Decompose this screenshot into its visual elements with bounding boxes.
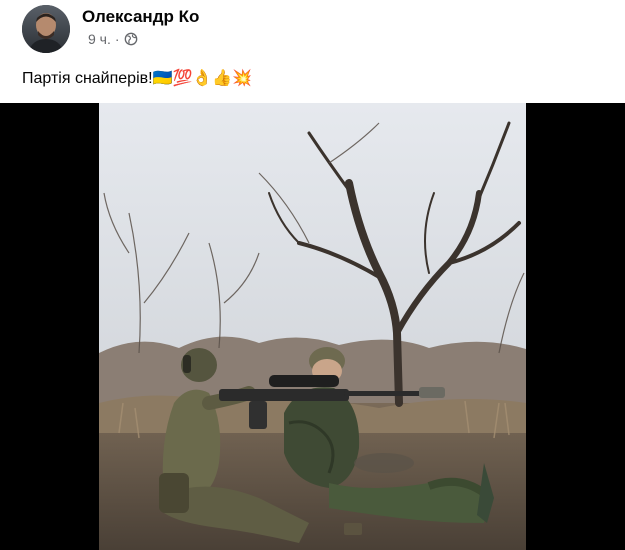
post-header: Олександр Ко 9 ч. · Партія снайперів!🇺🇦💯… [0,0,625,100]
post-meta: 9 ч. · [88,31,138,47]
meta-separator: · [114,31,120,47]
post-time[interactable]: 9 ч. [88,31,111,47]
author-name[interactable]: Олександр Ко [82,7,199,27]
video-frame[interactable] [99,103,526,550]
post-media[interactable] [0,103,625,550]
avatar-image [22,5,70,53]
post-message: Партія снайперів! [22,70,153,87]
post-emojis: 🇺🇦💯👌👍💥 [152,68,253,87]
post-text: Партія снайперів!🇺🇦💯👌👍💥 [22,68,252,88]
avatar[interactable] [22,5,70,53]
video-scene-image [99,103,526,550]
globe-icon[interactable] [124,32,138,46]
